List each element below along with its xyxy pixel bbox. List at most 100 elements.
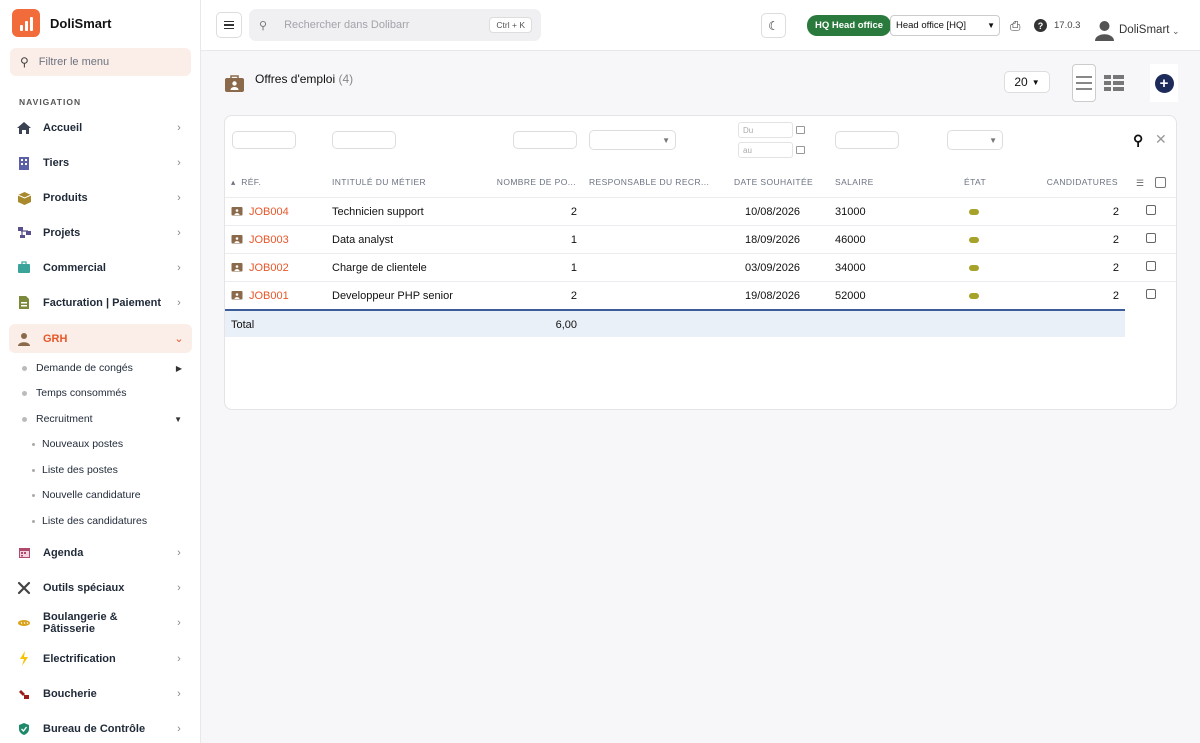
close-icon[interactable]: ✕ bbox=[1155, 131, 1167, 148]
sidebar-item-electrification[interactable]: Electrification › bbox=[9, 644, 192, 673]
bullet-icon bbox=[22, 365, 27, 371]
filter-ref-input[interactable] bbox=[232, 131, 296, 149]
sidebar-item-bureau-controle[interactable]: Bureau de Contrôle › bbox=[9, 714, 192, 743]
table-row: JOB002 Charge de clientele 1 03/09/2026 … bbox=[225, 253, 1176, 281]
sidebar-subitem-temps-consommes[interactable]: Temps consommés bbox=[22, 384, 192, 402]
row-ref-link[interactable]: JOB001 bbox=[249, 290, 289, 302]
row-checkbox[interactable] bbox=[1146, 261, 1156, 271]
sidebar-item-produits[interactable]: Produits › bbox=[9, 183, 192, 212]
sidebar-item-label: Projets bbox=[43, 226, 81, 239]
search-shortcut-badge: Ctrl + K bbox=[489, 17, 532, 33]
global-search-input[interactable]: ⚲ Rechercher dans Dolibarr Ctrl + K bbox=[249, 9, 541, 41]
caret-right-icon: ▶ bbox=[175, 363, 182, 373]
kanban-view-button[interactable] bbox=[1098, 64, 1130, 102]
column-header-date[interactable]: DATE SOUHAITÉE bbox=[734, 177, 813, 187]
filter-salary-input[interactable] bbox=[835, 131, 899, 149]
sidebar-item-outils-speciaux[interactable]: Outils spéciaux › bbox=[9, 573, 192, 602]
sidebar-item-boucherie[interactable]: Boucherie › bbox=[9, 679, 192, 708]
briefcase-icon bbox=[16, 260, 32, 276]
calendar-icon[interactable] bbox=[796, 146, 805, 154]
row-label: Data analyst bbox=[332, 234, 394, 246]
table-row: JOB003 Data analyst 1 18/09/2026 46000 2 bbox=[225, 225, 1176, 253]
sidebar-item-label: Boulangerie & Pâtisserie bbox=[43, 610, 118, 635]
list-view-button[interactable] bbox=[1072, 64, 1096, 102]
page-limit-select[interactable]: 20 ▼ bbox=[1004, 71, 1050, 93]
select-all-checkbox[interactable] bbox=[1155, 177, 1166, 188]
row-ref-link[interactable]: JOB002 bbox=[249, 262, 289, 274]
bolt-icon bbox=[16, 651, 32, 667]
row-salary: 52000 bbox=[835, 290, 866, 302]
invoice-icon bbox=[16, 295, 32, 311]
version-label: 17.0.3 bbox=[1054, 20, 1081, 31]
app-name: DoliSmart bbox=[50, 15, 112, 31]
column-header-responsible[interactable]: RESPONSABLE DU RECR... bbox=[589, 177, 709, 187]
brand[interactable]: DoliSmart bbox=[12, 9, 111, 37]
row-label: Developpeur PHP senior bbox=[332, 290, 453, 302]
sidebar-subitem-nouveaux-postes[interactable]: Nouveaux postes bbox=[32, 435, 202, 453]
sidebar-item-facturation[interactable]: Facturation | Paiement › bbox=[9, 288, 192, 317]
calendar-icon[interactable] bbox=[796, 126, 805, 134]
filter-label-input[interactable] bbox=[332, 131, 396, 149]
new-job-offer-button[interactable]: + bbox=[1150, 64, 1178, 102]
menu-filter-input[interactable]: ⚲ Filtrer le menu bbox=[10, 48, 191, 76]
row-ref-link[interactable]: JOB004 bbox=[249, 206, 289, 218]
sidebar-item-tiers[interactable]: Tiers › bbox=[9, 148, 192, 177]
column-selector-icon[interactable]: ☰ bbox=[1136, 178, 1144, 189]
menu-filter-placeholder: Filtrer le menu bbox=[38, 56, 110, 68]
column-header-salary[interactable]: SALAIRE bbox=[835, 177, 874, 187]
sidebar-item-commercial[interactable]: Commercial › bbox=[9, 253, 192, 282]
filter-qty-input[interactable] bbox=[513, 131, 577, 149]
row-date: 03/09/2026 bbox=[745, 262, 801, 274]
sidebar-subitem-label: Temps consommés bbox=[36, 387, 127, 399]
entity-badge[interactable]: HQ Head office bbox=[807, 15, 892, 36]
sidebar-item-agenda[interactable]: Agenda › bbox=[9, 538, 192, 567]
dark-mode-toggle[interactable]: ☾ bbox=[761, 13, 786, 38]
user-name[interactable]: DoliSmart bbox=[1119, 24, 1169, 36]
sidebar-item-boulangerie[interactable]: Boulangerie & Pâtisserie › bbox=[9, 608, 192, 637]
row-date: 18/09/2026 bbox=[745, 234, 801, 246]
chevron-right-icon: › bbox=[177, 121, 181, 134]
sidebar-item-label: GRH bbox=[43, 332, 68, 345]
moon-icon: ☾ bbox=[768, 18, 779, 33]
row-checkbox[interactable] bbox=[1146, 289, 1156, 299]
sidebar-subitem-nouvelle-candidature[interactable]: Nouvelle candidature bbox=[32, 486, 202, 504]
row-ref-link[interactable]: JOB003 bbox=[249, 234, 289, 246]
sidebar-item-grh[interactable]: GRH ⌄ bbox=[9, 324, 192, 353]
chevron-right-icon: › bbox=[177, 652, 181, 665]
row-checkbox[interactable] bbox=[1146, 233, 1156, 243]
sidebar-subitem-liste-postes[interactable]: Liste des postes bbox=[32, 461, 202, 479]
tools-icon bbox=[16, 580, 32, 596]
job-offer-icon bbox=[231, 205, 243, 216]
filter-status-select[interactable]: ▼ bbox=[947, 130, 1003, 150]
job-offer-icon bbox=[231, 233, 243, 244]
column-header-applications[interactable]: CANDIDATURES bbox=[1025, 177, 1118, 187]
column-header-label[interactable]: INTITULÉ DU MÉTIER bbox=[332, 177, 426, 187]
sidebar-subitem-label: Liste des postes bbox=[42, 464, 118, 476]
help-icon[interactable]: ? bbox=[1034, 19, 1047, 32]
sidebar-item-projets[interactable]: Projets › bbox=[9, 218, 192, 247]
entity-select[interactable]: Head office [HQ] ▼ bbox=[890, 15, 1000, 36]
sidebar-subitem-liste-candidatures[interactable]: Liste des candidatures bbox=[32, 512, 202, 530]
sidebar-subitem-demande-conges[interactable]: Demande de congés ▶ bbox=[22, 359, 192, 377]
filter-date-from-input[interactable]: Du bbox=[738, 122, 793, 138]
chevron-down-icon[interactable]: ⌄ bbox=[1172, 26, 1180, 37]
column-header-qty[interactable]: NOMBRE DE PO... bbox=[495, 177, 576, 187]
column-header-ref[interactable]: ▴ RÉF. bbox=[231, 177, 261, 188]
avatar[interactable] bbox=[1094, 19, 1115, 41]
chevron-right-icon: › bbox=[177, 261, 181, 274]
column-header-status[interactable]: ÉTAT bbox=[964, 177, 986, 187]
filter-date-to-input[interactable]: au bbox=[738, 142, 793, 158]
menu-toggle-button[interactable] bbox=[216, 12, 242, 38]
sidebar-subitem-recruitment[interactable]: Recruitment ▼ bbox=[22, 410, 192, 428]
row-qty: 2 bbox=[570, 206, 577, 218]
sidebar-item-accueil[interactable]: Accueil › bbox=[9, 113, 192, 142]
filter-responsible-select[interactable]: ▼ bbox=[589, 130, 676, 150]
sidebar: DoliSmart ⚲ Filtrer le menu NAVIGATION A… bbox=[0, 0, 201, 743]
search-icon[interactable]: ⚲ bbox=[1133, 132, 1143, 149]
building-icon bbox=[16, 155, 32, 171]
row-applications: 2 bbox=[1112, 290, 1119, 302]
bullet-icon bbox=[32, 468, 35, 472]
row-checkbox[interactable] bbox=[1146, 205, 1156, 215]
row-date: 19/08/2026 bbox=[745, 290, 801, 302]
print-icon[interactable]: ⎙ bbox=[1010, 18, 1020, 34]
